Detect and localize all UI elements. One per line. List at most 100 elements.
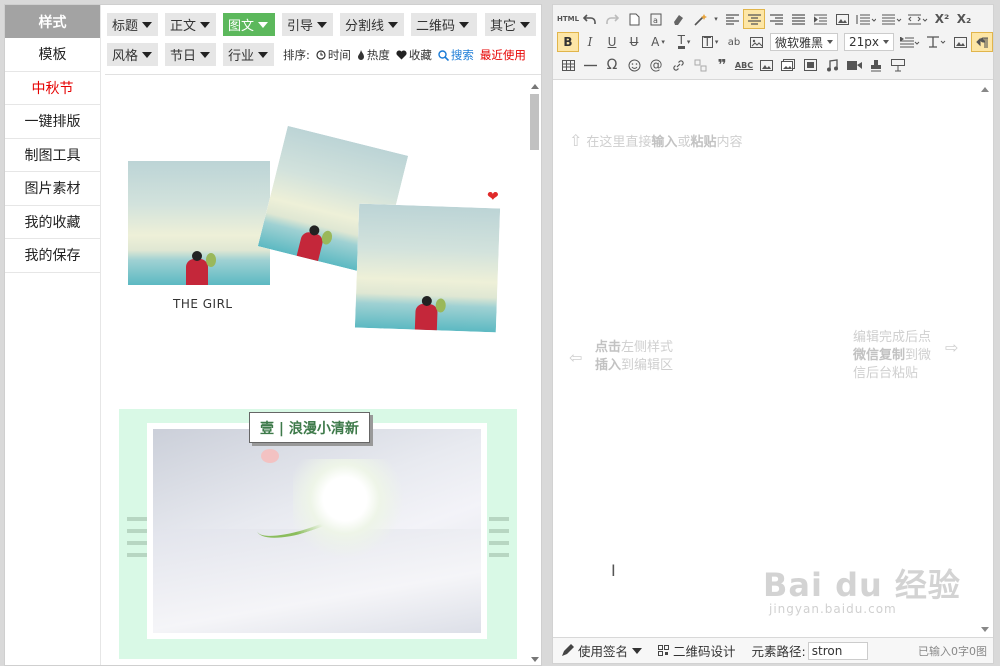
scroll-up-icon[interactable] [531,84,539,89]
align-center-icon[interactable] [743,9,765,29]
emoji-icon[interactable] [745,32,767,52]
hint-insert: 插入 [595,358,622,373]
qrcode-design-button[interactable]: 二维码设计 [658,641,736,660]
redo-icon[interactable] [601,9,623,29]
caret-down-icon [142,21,153,28]
border-icon[interactable]: T ▾ [697,32,723,52]
font-color-icon[interactable]: A ▾ [645,32,671,52]
editor-content-area[interactable]: ⇧ 在这里直接输入或粘贴内容 ⇦ 点击左侧样式 插入到编辑区 编辑完成后点 微信复… [553,81,993,638]
emoticon-icon[interactable] [623,55,645,75]
subscript-icon[interactable]: X₂ [953,9,975,29]
image-icon[interactable] [831,9,853,29]
sort-by-time[interactable]: 时间 [316,47,351,63]
image-gallery-icon[interactable] [799,55,821,75]
mention-icon[interactable]: @ [645,55,667,75]
caret-down-icon [258,51,269,58]
style-card-the-girl[interactable]: THE GIRL ❤ [105,76,526,346]
category-industry-dropdown[interactable]: 行业 [223,43,274,66]
category-image-text-dropdown[interactable]: 图文 [223,13,275,36]
recent-used-link[interactable]: 最近使用 [480,47,526,63]
align-justify-icon[interactable] [787,9,809,29]
caret-down-icon[interactable]: ▾ [711,9,721,29]
paragraph-spacing-icon[interactable] [879,9,905,29]
stamp-icon[interactable] [865,55,887,75]
new-document-icon[interactable] [623,9,645,29]
editor-scroll-up-icon[interactable] [981,87,989,92]
blockquote-icon[interactable]: ❞ [711,55,733,75]
clear-format-icon[interactable] [667,9,689,29]
horizontal-rule-icon[interactable] [579,55,601,75]
background-color-icon[interactable]: T ▾ [671,32,697,52]
search-link[interactable]: 搜索 [438,47,474,63]
sort-label: 排序: [283,48,310,62]
link-icon[interactable] [667,55,689,75]
sidebar-item-my-saved[interactable]: 我的保存 [5,239,100,273]
italic-icon[interactable]: I [579,32,601,52]
text-case-icon[interactable] [923,32,949,52]
sidebar-item-drawing-tools[interactable]: 制图工具 [5,139,100,172]
video-icon[interactable] [843,55,865,75]
text-cursor-icon: I [611,561,616,580]
category-body-dropdown[interactable]: 正文 [165,13,216,36]
flower-photo [153,429,481,633]
arrow-left-icon: ⇦ [569,348,583,367]
image-float-icon[interactable] [949,32,971,52]
indent-icon[interactable] [809,9,831,29]
category-guide-dropdown[interactable]: 引导 [282,13,333,36]
sidebar-item-my-favorites[interactable]: 我的收藏 [5,206,100,239]
line-height-icon[interactable] [853,9,879,29]
multi-image-icon[interactable] [777,55,799,75]
superscript-icon[interactable]: X² [931,9,953,29]
editor-scroll-down-icon[interactable] [981,627,989,632]
rtl-icon[interactable] [971,32,994,52]
scroll-thumb[interactable] [530,94,539,150]
font-family-select[interactable]: 微软雅黑 [770,33,839,51]
search-label: 搜索 [450,48,474,62]
sidebar-item-image-assets[interactable]: 图片素材 [5,172,100,206]
select-all-icon[interactable]: a [645,9,667,29]
magic-wand-icon[interactable] [689,9,711,29]
music-icon[interactable] [821,55,843,75]
sort-by-hot[interactable]: 热度 [357,47,390,63]
sidebar-item-mid-autumn[interactable]: 中秋节 [5,72,100,105]
style-preview-list: THE GIRL ❤ 壹 | 浪漫小清新 [105,76,526,665]
align-left-icon[interactable] [721,9,743,29]
style-card-romantic[interactable]: 壹 | 浪漫小清新 [119,409,517,659]
category-holiday-dropdown[interactable]: 节日 [165,43,216,66]
category-title-dropdown[interactable]: 标题 [107,13,158,36]
signature-button[interactable]: 使用签名 [561,641,643,660]
sidebar-item-templates[interactable]: 模板 [5,38,100,72]
category-other-dropdown[interactable]: 其它 [485,13,536,36]
undo-icon[interactable] [579,9,601,29]
category-label: 其它 [490,19,517,34]
strikethrough-icon[interactable]: U [623,32,645,52]
sidebar-item-one-click-layout[interactable]: 一键排版 [5,105,100,139]
insert-image-icon[interactable] [755,55,777,75]
font-size-select[interactable]: 21px [844,33,895,51]
placeholder-text: 在这里直接 [586,135,652,150]
table-icon[interactable] [557,55,579,75]
first-line-indent-icon[interactable] [897,32,923,52]
category-divider-dropdown[interactable]: 分割线 [340,13,404,36]
bold-icon[interactable]: B [557,32,579,52]
heart-icon[interactable]: ❤ [487,189,499,205]
letter-spacing-icon[interactable] [905,9,931,29]
unlink-icon[interactable] [689,55,711,75]
underline-icon[interactable]: U [601,32,623,52]
html-source-button[interactable]: HTML [557,9,579,29]
category-style-dropdown[interactable]: 风格 [107,43,158,66]
sort-fav-label: 收藏 [408,48,432,62]
align-right-icon[interactable] [765,9,787,29]
decor-lines-right [489,517,509,565]
special-char-icon[interactable]: Ω [601,55,623,75]
format-painter-icon[interactable]: ab [723,32,745,52]
sort-by-favorites[interactable]: 收藏 [396,47,432,63]
spellcheck-icon[interactable]: ABC [733,55,755,75]
scroll-down-icon[interactable] [531,657,539,662]
category-label: 图文 [228,19,255,34]
sidebar-header-styles[interactable]: 样式 [5,5,100,38]
left-scrollbar[interactable] [528,84,540,662]
template-icon[interactable] [887,55,909,75]
element-path-select[interactable]: stron [807,641,868,660]
category-qrcode-dropdown[interactable]: 二维码 [411,13,477,36]
